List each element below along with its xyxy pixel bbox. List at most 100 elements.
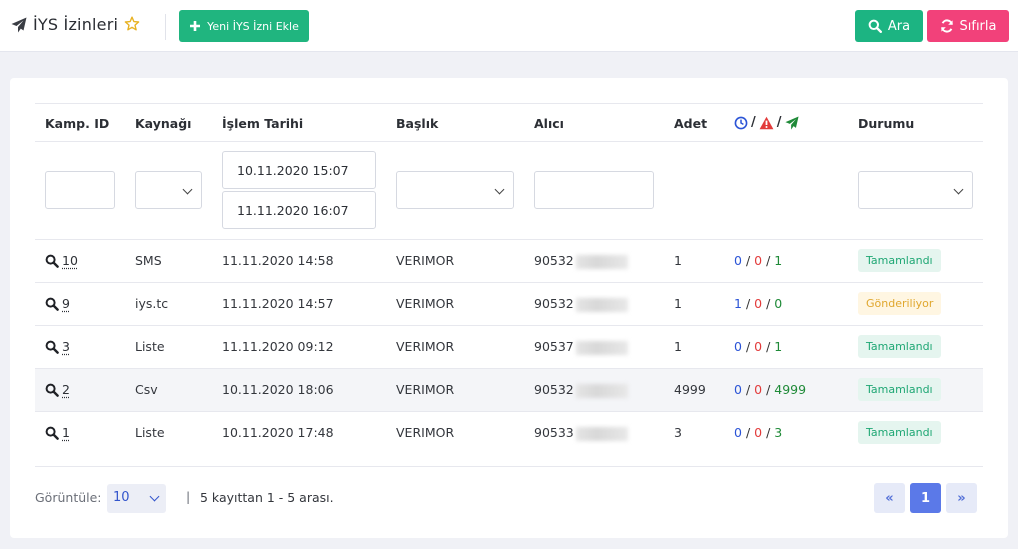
recipient-cell: 90533 xyxy=(534,425,628,441)
campaign-detail-link[interactable]: 2 xyxy=(45,382,70,397)
column-header-count[interactable]: Adet xyxy=(674,116,707,131)
stats-separator: / xyxy=(766,253,771,268)
delivery-stats-cell: 0 / 0 / 3 xyxy=(734,425,782,440)
search-icon xyxy=(45,297,59,311)
page-button-current[interactable]: 1 xyxy=(910,483,941,513)
paper-plane-icon xyxy=(11,17,27,33)
count-cell: 1 xyxy=(674,339,682,354)
recipient-cell: 90532 xyxy=(534,382,628,398)
delivery-stats-cell: 0 / 0 / 1 xyxy=(734,253,782,268)
column-header-date[interactable]: İşlem Tarihi xyxy=(222,116,303,131)
redacted-number xyxy=(575,297,628,312)
recipient-number-prefix: 90532 xyxy=(534,296,574,311)
reset-button-label: Sıfırla xyxy=(959,18,997,34)
search-icon xyxy=(45,254,59,268)
failed-count: 0 xyxy=(754,382,763,397)
campaign-detail-link[interactable]: 1 xyxy=(45,425,70,440)
count-cell: 3 xyxy=(674,425,682,440)
recipient-number-prefix: 90532 xyxy=(534,382,574,397)
add-button-label: Yeni İYS İzni Ekle xyxy=(207,19,299,33)
source-cell: SMS xyxy=(135,253,162,268)
star-icon[interactable] xyxy=(124,16,140,32)
column-header-title[interactable]: Başlık xyxy=(396,116,438,131)
date-end-filter-input[interactable]: 11.11.2020 16:07 xyxy=(222,191,376,229)
waiting-count: 0 xyxy=(734,339,742,354)
add-iys-permission-button[interactable]: Yeni İYS İzni Ekle xyxy=(179,10,309,42)
source-cell: Csv xyxy=(135,382,158,397)
sent-count: 4999 xyxy=(774,382,807,397)
campaign-id: 2 xyxy=(62,382,70,397)
campaign-detail-link[interactable]: 9 xyxy=(45,296,70,311)
status-badge: Tamamlandı xyxy=(858,421,941,444)
sent-count: 3 xyxy=(774,425,783,440)
delivery-stats-cell: 0 / 0 / 4999 xyxy=(734,382,806,397)
stats-separator: / xyxy=(745,253,751,268)
row-divider xyxy=(35,282,983,283)
campaign-id: 10 xyxy=(62,253,78,268)
redacted-number xyxy=(575,254,628,269)
campaign-detail-link[interactable]: 10 xyxy=(45,253,78,268)
page-size-select[interactable]: 10 xyxy=(107,484,166,513)
source-filter-select[interactable] xyxy=(135,171,202,209)
failed-count: 0 xyxy=(754,253,763,268)
top-bar: İYS İzinleri Yeni İYS İzni Ekle Ara Sıfı… xyxy=(0,0,1018,52)
campaign-detail-link[interactable]: 3 xyxy=(45,339,70,354)
stats-separator: / xyxy=(751,115,756,130)
column-header-source[interactable]: Kaynağı xyxy=(135,116,191,131)
page-title: İYS İzinleri xyxy=(33,15,119,34)
status-badge: Tamamlandı xyxy=(858,335,941,358)
previous-page-button[interactable]: « xyxy=(874,483,905,513)
waiting-count: 1 xyxy=(734,296,742,311)
stats-separator: / xyxy=(745,382,751,397)
status-filter-select[interactable] xyxy=(858,171,973,209)
header-bottom-border xyxy=(35,141,983,142)
paper-plane-icon xyxy=(784,115,799,130)
reset-button[interactable]: Sıfırla xyxy=(927,10,1009,42)
row-divider xyxy=(35,411,983,412)
stats-separator: / xyxy=(766,382,771,397)
campaign-id: 3 xyxy=(62,339,70,354)
column-header-status[interactable]: Durumu xyxy=(858,116,914,131)
column-header-campaign-id[interactable]: Kamp. ID xyxy=(45,116,109,131)
recipient-filter-input[interactable] xyxy=(534,171,654,209)
title-cell: VERIMOR xyxy=(396,339,455,354)
delivery-stats-cell: 1 / 0 / 0 xyxy=(734,296,782,311)
title-filter-select[interactable] xyxy=(396,171,514,209)
title-cell: VERIMOR xyxy=(396,253,455,268)
date-cell: 11.11.2020 09:12 xyxy=(222,339,334,354)
source-cell: Liste xyxy=(135,425,165,440)
warning-icon xyxy=(759,116,774,129)
campaign-id: 1 xyxy=(62,425,70,440)
date-start-filter-input[interactable]: 10.11.2020 15:07 xyxy=(222,151,376,189)
redacted-number xyxy=(575,340,628,355)
sent-count: 1 xyxy=(774,253,783,268)
count-cell: 1 xyxy=(674,296,682,311)
waiting-count: 0 xyxy=(734,382,742,397)
table-row-highlight xyxy=(35,369,983,411)
table-top-border xyxy=(35,103,983,104)
row-divider xyxy=(35,325,983,326)
recipient-cell: 90532 xyxy=(534,296,628,312)
stats-separator: / xyxy=(745,296,751,311)
failed-count: 0 xyxy=(754,339,763,354)
campaign-id-filter-input[interactable] xyxy=(45,171,115,209)
stats-separator: / xyxy=(776,115,782,130)
page-size-label: Görüntüle: xyxy=(35,490,102,505)
title-cell: VERIMOR xyxy=(396,425,455,440)
stats-separator: / xyxy=(766,296,771,311)
source-cell: Liste xyxy=(135,339,165,354)
table-bottom-border xyxy=(35,466,983,467)
recipient-cell: 90532 xyxy=(534,253,628,269)
column-header-recipient[interactable]: Alıcı xyxy=(534,116,564,131)
sent-count: 1 xyxy=(774,339,783,354)
recipient-number-prefix: 90532 xyxy=(534,253,574,268)
count-cell: 1 xyxy=(674,253,682,268)
header-divider xyxy=(165,14,166,40)
date-cell: 10.11.2020 18:06 xyxy=(222,382,334,397)
recipient-number-prefix: 90537 xyxy=(534,339,574,354)
date-cell: 11.11.2020 14:58 xyxy=(222,253,334,268)
stats-separator: / xyxy=(745,339,751,354)
stats-separator: / xyxy=(766,339,771,354)
search-button[interactable]: Ara xyxy=(855,10,923,42)
next-page-button[interactable]: » xyxy=(946,483,977,513)
